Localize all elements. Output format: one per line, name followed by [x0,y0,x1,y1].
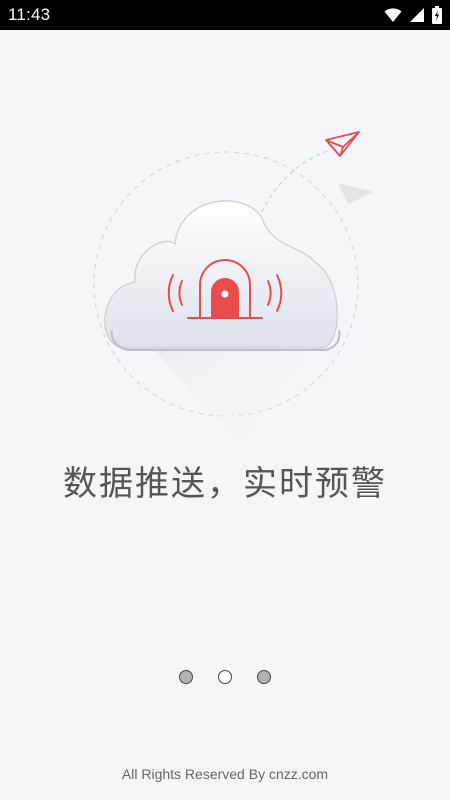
page-dot-3[interactable] [257,670,271,684]
status-icons [384,6,442,24]
page-dot-1[interactable] [179,670,193,684]
page-indicator[interactable] [0,670,450,688]
illustration-canvas [93,131,374,445]
cloud-icon [104,200,341,351]
slogan-text: 数据推送，实时预警 [63,464,387,504]
paper-plane-icon [325,131,360,157]
status-time: 11:43 [8,5,51,24]
page-dot-2[interactable] [218,670,232,684]
wifi-icon [384,7,402,23]
battery-icon [432,6,442,24]
plane-shadow-icon [338,183,374,204]
splash-screen: 11:43 数据推送，实时预警 All Rights Reserved By c… [0,0,450,800]
copyright-footer: All Rights Reserved By cnzz.com [121,766,329,782]
hero-illustration [0,110,450,450]
signal-icon [409,7,425,23]
status-bar: 11:43 [0,0,450,30]
